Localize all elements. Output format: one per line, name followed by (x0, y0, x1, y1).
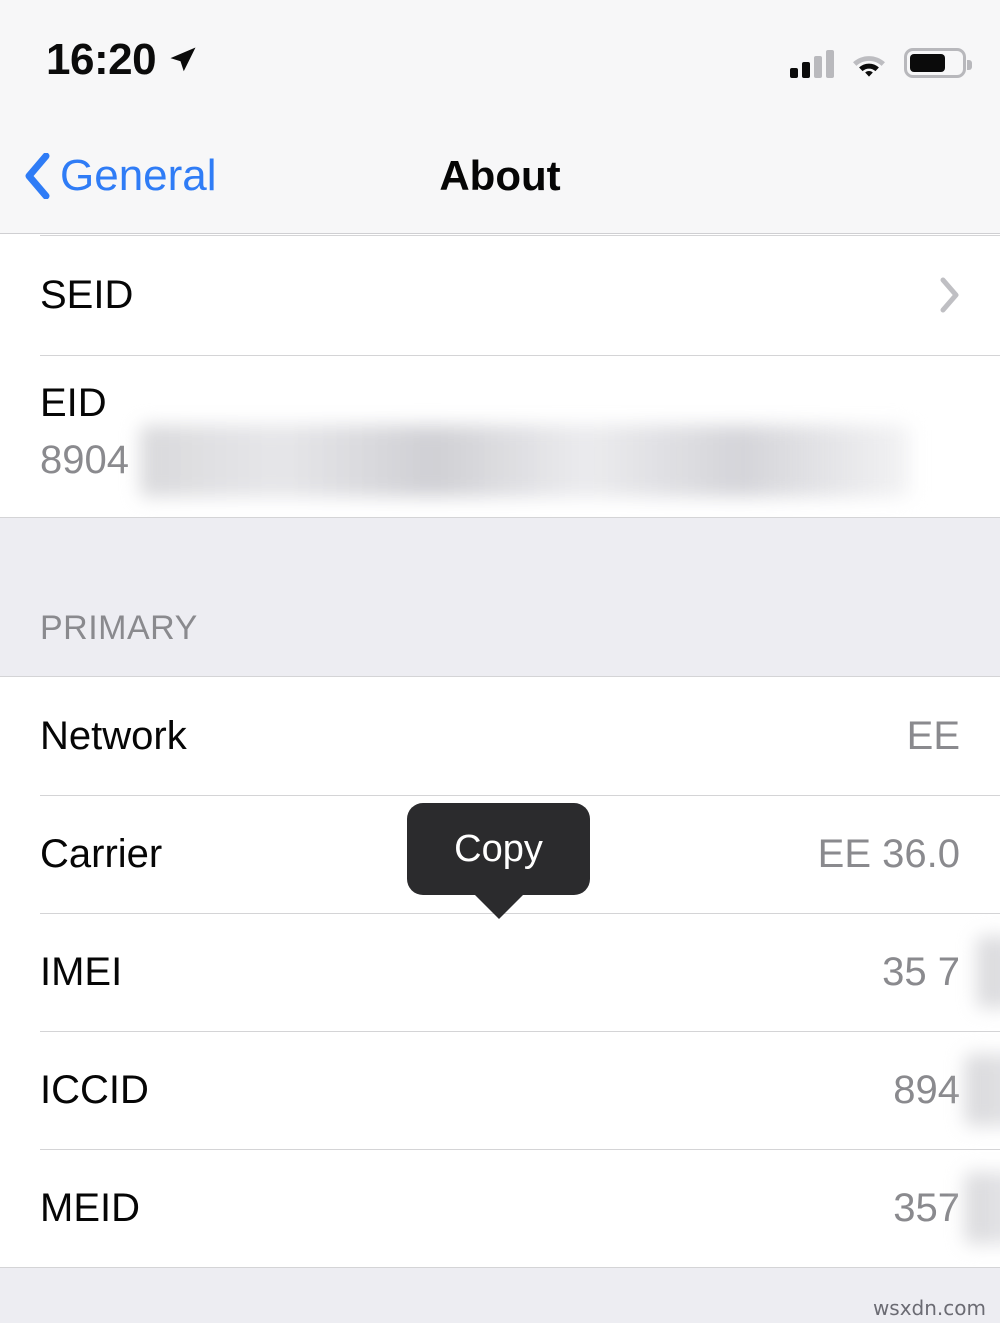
cellular-signal-icon (790, 50, 834, 78)
status-bar-clock: 16:20 (46, 35, 157, 84)
redaction-blur (965, 1054, 1000, 1126)
row-eid[interactable]: EID 8904 (0, 355, 1000, 517)
row-eid-label: EID (40, 381, 107, 425)
redaction-blur (965, 1172, 1000, 1244)
row-meid-label: MEID (40, 1185, 140, 1230)
navigation-bar: General About (0, 118, 1000, 234)
row-iccid[interactable]: ICCID 894 (0, 1031, 1000, 1149)
iphone-screen: 16:20 General About SEID EID 8904 PRIMAR… (0, 0, 1000, 1323)
row-network[interactable]: Network EE (0, 677, 1000, 795)
row-network-label: Network (40, 713, 187, 758)
row-meid-value-wrap: 357 (893, 1172, 1000, 1244)
row-imei-label: IMEI (40, 949, 123, 994)
copy-tooltip-label: Copy (454, 828, 543, 870)
row-imei[interactable]: IMEI 35 7 (0, 913, 1000, 1031)
table-footer: wsxdn.com (0, 1267, 1000, 1323)
row-seid[interactable]: SEID (0, 235, 1000, 355)
page-title: About (439, 151, 561, 199)
row-iccid-value-wrap: 894 (893, 1054, 1000, 1126)
wifi-icon (853, 56, 885, 77)
group-primary: Network EE Carrier EE 36.0 IMEI 35 7 ICC… (0, 677, 1000, 1267)
row-imei-value-wrap: 35 7 (882, 936, 1000, 1008)
row-iccid-label: ICCID (40, 1067, 149, 1112)
location-arrow-icon (170, 47, 196, 72)
row-network-value: EE (906, 713, 960, 758)
copy-tooltip[interactable]: Copy (407, 803, 590, 919)
row-carrier-value: EE 36.0 (817, 831, 960, 876)
settings-table: SEID EID 8904 PRIMARY Network EE Carrier… (0, 235, 1000, 1323)
redaction-blur (140, 424, 910, 497)
status-bar-left: 16:20 (46, 38, 198, 82)
row-iccid-value: 894 (893, 1067, 960, 1112)
row-imei-value: 35 7 (882, 949, 960, 994)
row-eid-value: 8904 (40, 438, 129, 482)
watermark: wsxdn.com (872, 1296, 986, 1320)
chevron-right-icon (940, 277, 959, 313)
row-eid-value-wrap: 8904 (40, 424, 910, 497)
row-meid-value: 357 (893, 1185, 960, 1230)
row-meid[interactable]: MEID 357 (0, 1149, 1000, 1267)
redaction-blur (977, 936, 1000, 1008)
status-bar: 16:20 (0, 0, 1000, 118)
section-header-primary: PRIMARY (0, 517, 1000, 677)
status-bar-right (790, 40, 972, 78)
section-header-primary-label: PRIMARY (40, 609, 198, 647)
row-seid-label: SEID (40, 272, 134, 317)
battery-icon (904, 48, 972, 78)
row-carrier-label: Carrier (40, 831, 163, 876)
group-identifiers: SEID EID 8904 (0, 235, 1000, 517)
copy-tooltip-arrow (472, 893, 525, 919)
